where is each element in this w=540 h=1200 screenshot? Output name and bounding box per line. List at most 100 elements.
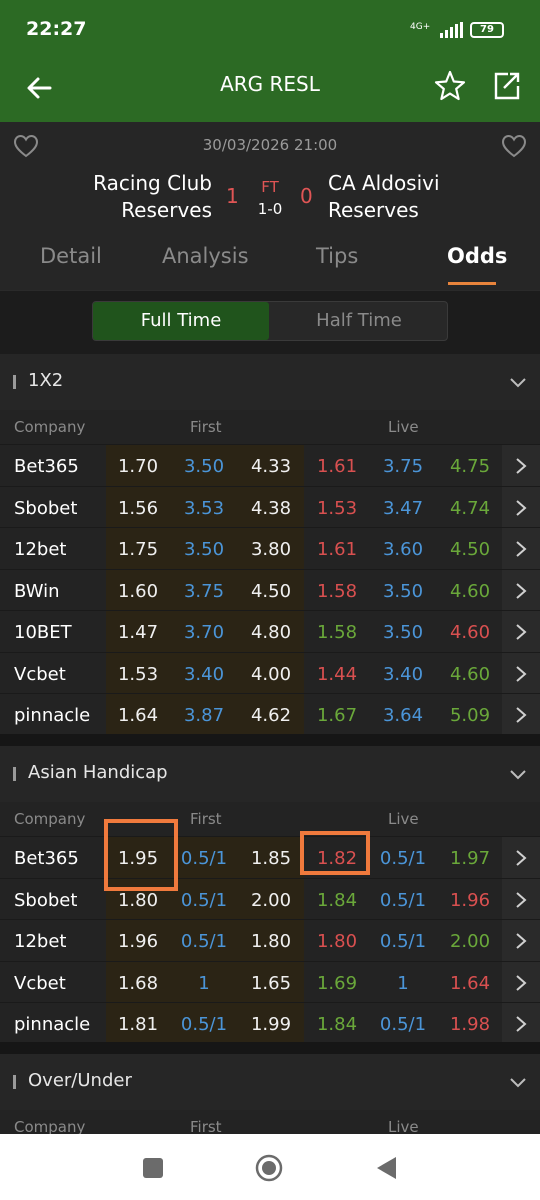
row-detail-button[interactable]: [502, 652, 540, 693]
heart-icon[interactable]: [500, 132, 528, 160]
live-odds-value: 4.60: [449, 622, 491, 643]
odds-row[interactable]: Sbobet 1.56 3.53 4.38 1.53 3.47 4.74: [0, 485, 540, 527]
row-detail-button[interactable]: [502, 920, 540, 961]
odds-row[interactable]: Vcbet 1.68 1 1.65 1.69 1 1.64: [0, 960, 540, 1002]
section-1x2-header[interactable]: 1X2: [0, 354, 540, 410]
first-odds-value: 4.00: [250, 663, 292, 685]
away-score: 0: [300, 184, 313, 208]
half-time-option[interactable]: Half Time: [271, 302, 447, 340]
live-odds-value: 1.69: [316, 972, 358, 994]
live-odds-value: 3.75: [382, 456, 424, 477]
column-first: First: [190, 810, 222, 828]
home-button[interactable]: [255, 1154, 283, 1182]
match-status: FT: [261, 178, 279, 196]
row-detail-button[interactable]: [502, 528, 540, 569]
first-odds-value: 1.53: [117, 663, 159, 685]
chevron-right-icon: [516, 707, 527, 723]
first-odds-value: 0.5/1: [180, 848, 228, 869]
odds-row[interactable]: pinnacle 1.64 3.87 4.62 1.67 3.64 5.09: [0, 693, 540, 735]
halftime-score: 1-0: [257, 200, 283, 218]
first-odds-value: 3.50: [183, 539, 225, 560]
chevron-right-icon: [516, 582, 527, 599]
column-live: Live: [388, 418, 419, 436]
first-odds-value: 0.5/1: [180, 931, 228, 952]
highlight-box-first-odds: [104, 819, 178, 891]
period-toggle-area: Full Time Half Time: [0, 290, 540, 352]
tab-odds[interactable]: Odds: [447, 244, 507, 268]
odds-row[interactable]: Vcbet 1.53 3.40 4.00 1.44 3.40 4.60: [0, 651, 540, 693]
away-team-name[interactable]: CA Aldosivi Reserves: [328, 170, 528, 224]
star-icon[interactable]: [432, 68, 468, 104]
section-gap: [0, 1042, 540, 1054]
row-detail-button[interactable]: [502, 878, 540, 919]
recents-button[interactable]: [143, 1158, 163, 1178]
row-detail-button[interactable]: [502, 837, 540, 878]
company-name: Bet365: [14, 848, 79, 869]
first-odds-value: 1.96: [117, 931, 159, 952]
live-odds-value: 1.80: [316, 931, 358, 952]
tab-analysis[interactable]: Analysis: [162, 244, 249, 268]
odds-row[interactable]: BWin 1.60 3.75 4.50 1.58 3.50 4.60: [0, 568, 540, 610]
odds-row[interactable]: 10BET 1.47 3.70 4.80 1.58 3.50 4.60: [0, 610, 540, 652]
company-name: pinnacle: [14, 1014, 91, 1035]
first-odds-value: 1.81: [117, 1014, 159, 1035]
chevron-right-icon: [516, 458, 527, 474]
live-odds-value: 1.58: [316, 622, 358, 643]
live-odds-value: 3.50: [382, 622, 424, 643]
tab-detail[interactable]: Detail: [40, 244, 102, 268]
live-odds-value: 4.50: [449, 539, 491, 560]
active-tab-indicator: [448, 282, 496, 285]
section-over-under-header[interactable]: Over/Under: [0, 1054, 540, 1110]
full-time-option[interactable]: Full Time: [93, 302, 269, 340]
row-detail-button[interactable]: [502, 961, 540, 1002]
row-detail-button[interactable]: [502, 569, 540, 610]
company-name: 12bet: [14, 539, 67, 560]
share-icon[interactable]: [488, 68, 524, 104]
status-bar: 22:27 4G+ 79: [0, 0, 540, 58]
row-detail-button[interactable]: [502, 486, 540, 527]
section-asian-handicap-header[interactable]: Asian Handicap: [0, 746, 540, 802]
chevron-right-icon: [516, 665, 527, 682]
first-odds-value: 1.47: [117, 622, 159, 643]
live-odds-value: 3.64: [382, 705, 424, 726]
chevron-right-icon: [516, 933, 527, 949]
chevron-down-icon[interactable]: [506, 1070, 530, 1094]
live-odds-value: 1.44: [316, 663, 358, 685]
first-odds-value: 1.80: [117, 889, 159, 911]
chevron-right-icon: [516, 541, 527, 557]
home-team-name[interactable]: Racing Club Reserves: [12, 170, 212, 224]
first-odds-value: 3.80: [250, 539, 292, 560]
odds-row[interactable]: 12bet 1.96 0.5/1 1.80 1.80 0.5/1 2.00: [0, 919, 540, 961]
row-detail-button[interactable]: [502, 1003, 540, 1044]
odds-row[interactable]: Sbobet 1.80 0.5/1 2.00 1.84 0.5/1 1.96: [0, 877, 540, 919]
battery-icon: 79: [470, 22, 504, 38]
company-name: 10BET: [14, 622, 72, 643]
first-odds-value: 1.68: [117, 972, 159, 994]
column-company: Company: [14, 418, 86, 436]
odds-row[interactable]: Bet365 1.70 3.50 4.33 1.61 3.75 4.75: [0, 444, 540, 486]
row-detail-button[interactable]: [502, 611, 540, 652]
section-marker: [13, 1075, 16, 1089]
company-name: Bet365: [14, 456, 79, 477]
chevron-down-icon[interactable]: [506, 370, 530, 394]
chevron-down-icon[interactable]: [506, 762, 530, 786]
home-score: 1: [226, 184, 239, 208]
odds-row[interactable]: Bet365 1.95 0.5/1 1.85 1.82 0.5/1 1.97: [0, 836, 540, 878]
section-title: Over/Under: [28, 1070, 132, 1091]
back-button[interactable]: [374, 1155, 400, 1181]
tab-tips[interactable]: Tips: [316, 244, 358, 268]
company-name: BWin: [14, 580, 60, 602]
row-detail-button[interactable]: [502, 694, 540, 735]
odds-row[interactable]: pinnacle 1.81 0.5/1 1.99 1.84 0.5/1 1.98: [0, 1002, 540, 1044]
chevron-right-icon: [516, 624, 527, 640]
live-odds-value: 1.61: [316, 539, 358, 560]
column-first: First: [190, 418, 222, 436]
system-nav-bar: [0, 1134, 540, 1200]
row-detail-button[interactable]: [502, 445, 540, 486]
column-headers: Company First Live: [0, 802, 540, 836]
first-odds-value: 3.50: [183, 456, 225, 477]
first-odds-value: 4.38: [250, 497, 292, 519]
live-odds-value: 1.64: [449, 972, 491, 994]
first-odds-value: 3.53: [183, 497, 225, 519]
odds-row[interactable]: 12bet 1.75 3.50 3.80 1.61 3.60 4.50: [0, 527, 540, 569]
